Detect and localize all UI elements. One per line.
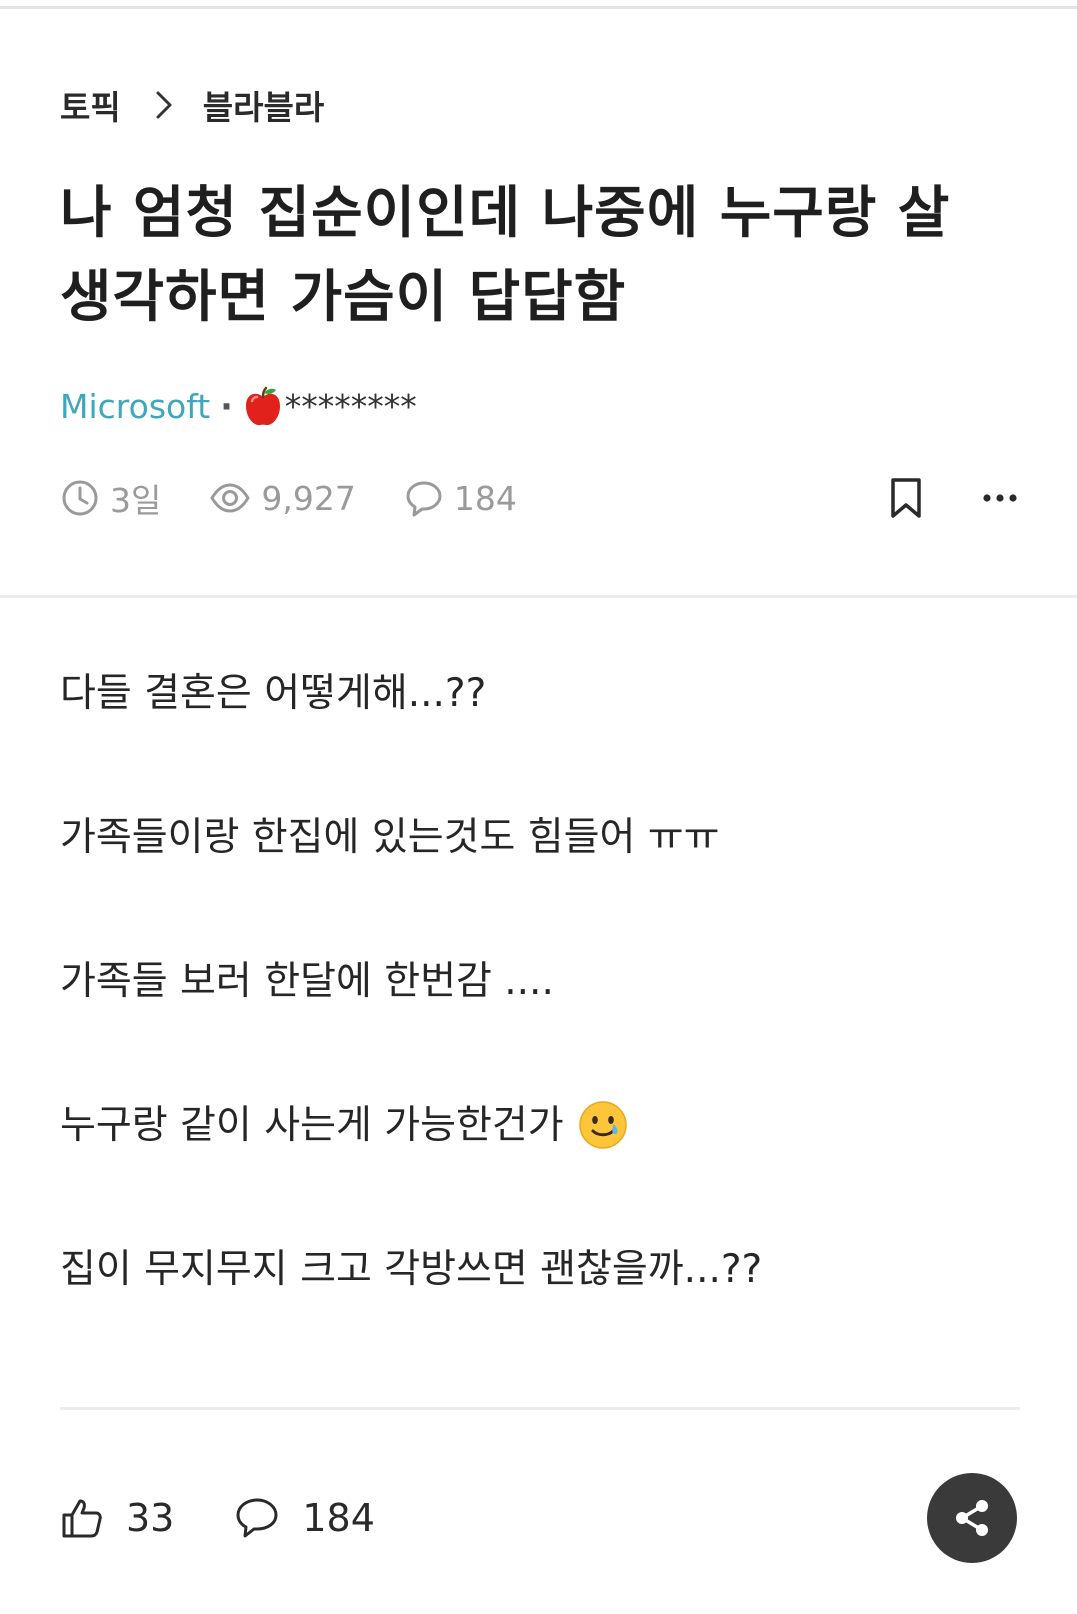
body-paragraph: 집이 무지무지 크고 각방쓰면 괜찮을까...?? — [60, 1246, 1020, 1390]
body-paragraph: 가족들이랑 한집에 있는것도 힘들어 ㅠㅠ — [60, 814, 1020, 958]
comment-count: 184 — [453, 478, 517, 518]
like-button[interactable]: 33 — [60, 1496, 174, 1540]
speech-bubble-icon — [234, 1496, 280, 1540]
share-button[interactable] — [927, 1473, 1017, 1563]
body-paragraph-text: 다들 결혼은 어떻게해...?? — [60, 671, 487, 716]
post-time: 3일 — [60, 474, 161, 522]
top-divider — [0, 6, 1077, 9]
separator-dot: · — [220, 386, 233, 426]
author-row: Microsoft · ******** — [60, 378, 417, 434]
like-count: 33 — [126, 1496, 175, 1540]
body-paragraph-text: 누구랑 같이 사는게 가능한건가 — [60, 1103, 564, 1148]
post-actions — [888, 470, 1020, 526]
share-icon — [950, 1496, 994, 1540]
bookmark-icon[interactable] — [888, 477, 924, 519]
header-divider — [0, 595, 1077, 598]
author-company[interactable]: Microsoft — [60, 387, 210, 426]
smiling-face-with-tear-icon — [578, 1100, 628, 1150]
post-title: 나 엄청 집순이인데 나중에 누구랑 살 생각하면 가슴이 답답함 — [60, 181, 951, 330]
breadcrumb-topic[interactable]: 토픽 — [60, 81, 121, 129]
body-paragraph-text: 가족들이랑 한집에 있는것도 힘들어 ㅠㅠ — [60, 815, 720, 860]
body-paragraph: 가족들 보러 한달에 한번감 .... — [60, 958, 1020, 1102]
post-footer: 33 184 — [60, 1488, 435, 1548]
author-nickname[interactable]: ******** — [243, 385, 417, 427]
more-options-icon[interactable] — [982, 492, 1018, 504]
nickname-text: ******** — [284, 386, 417, 426]
breadcrumb-board[interactable]: 블라블라 — [203, 81, 324, 129]
content-divider — [60, 1407, 1020, 1410]
body-paragraph: 누구랑 같이 사는게 가능한건가 — [60, 1100, 1020, 1246]
comment-button[interactable]: 184 — [234, 1496, 375, 1540]
chevron-right-icon — [155, 90, 173, 120]
body-paragraph: 다들 결혼은 어떻게해...?? — [60, 670, 1020, 814]
post-comments: 184 — [404, 478, 517, 518]
footer-comment-count: 184 — [302, 1496, 375, 1540]
body-paragraph-text: 집이 무지무지 크고 각방쓰면 괜찮을까...?? — [60, 1247, 763, 1292]
clock-icon — [60, 478, 100, 518]
eye-icon — [209, 478, 251, 518]
breadcrumb: 토픽 블라블라 — [60, 80, 324, 130]
thumbs-up-icon — [60, 1496, 104, 1540]
post-views: 9,927 — [209, 478, 356, 518]
apple-icon — [243, 385, 283, 427]
post-body: 다들 결혼은 어떻게해...?? 가족들이랑 한집에 있는것도 힘들어 ㅠㅠ 가… — [60, 670, 1020, 1390]
speech-bubble-icon — [404, 478, 444, 518]
time-ago-text: 3일 — [110, 481, 162, 520]
post-meta-row: 3일 9,927 184 — [60, 470, 1020, 526]
view-count: 9,927 — [261, 478, 356, 518]
body-paragraph-text: 가족들 보러 한달에 한번감 .... — [60, 959, 554, 1004]
